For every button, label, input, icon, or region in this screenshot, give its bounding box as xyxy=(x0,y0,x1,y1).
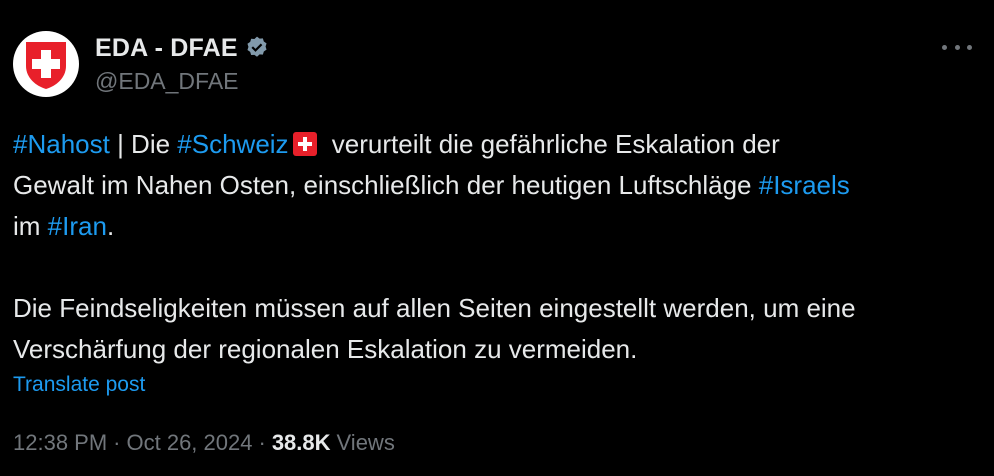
text-segment: | Die xyxy=(109,129,178,159)
tweet-text: #Nahost | Die #Schweiz verurteilt die ge… xyxy=(13,124,983,370)
hashtag-nahost[interactable]: #Nahost xyxy=(13,129,110,159)
tweet: EDA - DFAE @EDA_DFAE #Nahost | Die #Schw… xyxy=(0,0,994,476)
meta-separator: · xyxy=(113,430,121,455)
more-options-icon[interactable] xyxy=(942,36,972,58)
tweet-header: EDA - DFAE @EDA_DFAE xyxy=(95,30,270,95)
name-row: EDA - DFAE xyxy=(95,30,270,66)
text-segment: . Die Feindseligkeiten müssen auf allen … xyxy=(13,211,856,364)
tweet-meta: 12:38 PM · Oct 26, 2024 · 38.8K Views xyxy=(13,430,395,456)
hashtag-schweiz[interactable]: #Schweiz xyxy=(177,129,288,159)
hashtag-israels[interactable]: #Israels xyxy=(759,170,850,200)
author-name[interactable]: EDA - DFAE xyxy=(95,34,238,63)
verified-badge-icon[interactable] xyxy=(244,35,270,61)
post-date[interactable]: Oct 26, 2024 xyxy=(127,430,253,456)
views-label: Views xyxy=(336,430,395,455)
hashtag-iran[interactable]: #Iran xyxy=(48,211,107,241)
swiss-flag-icon xyxy=(292,127,317,156)
views-count[interactable]: 38.8K xyxy=(272,430,331,456)
avatar[interactable] xyxy=(13,31,79,97)
post-time[interactable]: 12:38 PM xyxy=(13,430,107,456)
author-handle[interactable]: @EDA_DFAE xyxy=(95,68,270,95)
text-segment: im xyxy=(13,211,41,241)
meta-separator: · xyxy=(258,430,266,455)
swiss-cross-shield-icon xyxy=(26,42,66,89)
translate-post-link[interactable]: Translate post xyxy=(13,373,145,397)
